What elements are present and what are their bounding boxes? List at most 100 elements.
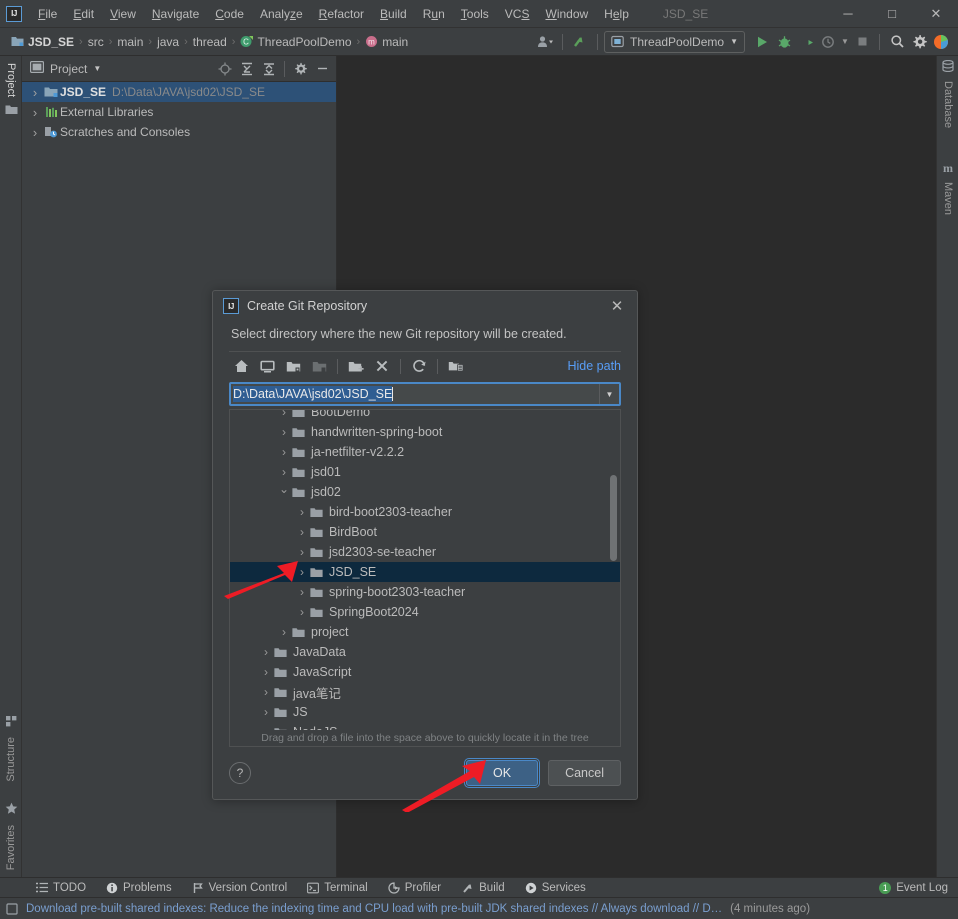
ok-button[interactable]: OK bbox=[464, 758, 541, 788]
help-button[interactable]: ? bbox=[229, 762, 251, 784]
menu-item-window[interactable]: Window bbox=[537, 3, 596, 25]
expand-arrow-icon[interactable] bbox=[258, 645, 274, 659]
directory-tree-row[interactable]: bird-boot2303-teacher bbox=[230, 502, 620, 522]
refresh-icon[interactable] bbox=[407, 355, 431, 377]
gear-icon[interactable] bbox=[290, 59, 310, 79]
tool-tab-problems[interactable]: Problems bbox=[96, 878, 182, 898]
expand-arrow-icon[interactable] bbox=[294, 525, 310, 539]
profiler-run-icon[interactable] bbox=[817, 31, 839, 53]
directory-tree-row[interactable]: jsd02 bbox=[230, 482, 620, 502]
directory-tree-row[interactable]: java笔记 bbox=[230, 682, 620, 702]
breadcrumb-item-threadpooldemo[interactable]: C ThreadPoolDemo bbox=[237, 35, 354, 49]
menu-item-help[interactable]: Help bbox=[596, 3, 637, 25]
sidebar-item-database[interactable]: Database bbox=[937, 59, 958, 131]
expand-arrow-icon[interactable] bbox=[294, 545, 310, 559]
sidebar-item-maven[interactable]: m Maven bbox=[937, 161, 958, 218]
menu-item-code[interactable]: Code bbox=[207, 3, 252, 25]
sidebar-item-favorites[interactable]: Favorites bbox=[0, 802, 22, 873]
project-dir-icon[interactable] bbox=[281, 355, 305, 377]
tool-tab-todo[interactable]: TODO bbox=[26, 878, 96, 898]
breadcrumb-item-thread[interactable]: thread bbox=[190, 35, 230, 49]
delete-icon[interactable] bbox=[370, 355, 394, 377]
menu-item-analyze[interactable]: Analyze bbox=[252, 3, 311, 25]
directory-tree-row[interactable]: project bbox=[230, 622, 620, 642]
expand-all-icon[interactable] bbox=[237, 59, 257, 79]
run-icon[interactable] bbox=[751, 31, 773, 53]
menu-item-edit[interactable]: Edit bbox=[65, 3, 102, 25]
desktop-icon[interactable] bbox=[255, 355, 279, 377]
expand-arrow-icon[interactable] bbox=[276, 625, 292, 639]
directory-tree-row[interactable]: jsd01 bbox=[230, 462, 620, 482]
breadcrumb-item-main[interactable]: main bbox=[114, 35, 146, 49]
tool-tab-terminal[interactable]: Terminal bbox=[297, 878, 377, 898]
hide-panel-icon[interactable] bbox=[312, 59, 332, 79]
expand-arrow-icon[interactable] bbox=[276, 425, 292, 439]
maximize-button[interactable]: □ bbox=[870, 0, 914, 28]
menu-item-refactor[interactable]: Refactor bbox=[311, 3, 372, 25]
menu-item-navigate[interactable]: Navigate bbox=[144, 3, 207, 25]
expand-arrow-icon[interactable] bbox=[258, 705, 274, 719]
dialog-close-button[interactable]: ✕ bbox=[605, 294, 629, 318]
expand-arrow-icon[interactable] bbox=[28, 105, 42, 120]
directory-tree-row[interactable]: JavaData bbox=[230, 642, 620, 662]
stop-icon[interactable] bbox=[851, 31, 873, 53]
idea-assistant-icon[interactable] bbox=[930, 31, 952, 53]
status-message[interactable]: Download pre-built shared indexes: Reduc… bbox=[26, 903, 722, 915]
update-project-icon[interactable] bbox=[569, 31, 591, 53]
menu-item-view[interactable]: View bbox=[102, 3, 144, 25]
run-configuration-selector[interactable]: ThreadPoolDemo ▼ bbox=[604, 30, 745, 53]
expand-arrow-icon[interactable] bbox=[28, 125, 42, 140]
expand-arrow-icon[interactable] bbox=[258, 665, 274, 679]
chevron-down-icon[interactable]: ▼ bbox=[839, 31, 851, 53]
directory-tree[interactable]: BootDemo handwritten-spring-boot ja-netfil… bbox=[229, 409, 621, 747]
expand-arrow-icon[interactable] bbox=[294, 605, 310, 619]
user-dropdown-icon[interactable] bbox=[534, 31, 556, 53]
minimize-button[interactable]: ─ bbox=[826, 0, 870, 28]
tool-tab-build[interactable]: Build bbox=[451, 878, 515, 898]
sidebar-item-project[interactable]: Project bbox=[0, 60, 22, 118]
collapse-all-icon[interactable] bbox=[259, 59, 279, 79]
menu-item-build[interactable]: Build bbox=[372, 3, 415, 25]
expand-arrow-icon[interactable] bbox=[276, 465, 292, 479]
directory-tree-row[interactable]: JS bbox=[230, 702, 620, 722]
new-folder-icon[interactable] bbox=[344, 355, 368, 377]
locate-icon[interactable] bbox=[215, 59, 235, 79]
tool-tab-profiler[interactable]: Profiler bbox=[378, 878, 451, 898]
directory-tree-row[interactable]: handwritten-spring-boot bbox=[230, 422, 620, 442]
breadcrumb-item-java[interactable]: java bbox=[154, 35, 182, 49]
scrollbar-thumb[interactable] bbox=[610, 475, 617, 561]
expand-arrow-icon[interactable] bbox=[276, 485, 292, 499]
expand-arrow-icon[interactable] bbox=[294, 505, 310, 519]
expand-arrow-icon[interactable] bbox=[294, 565, 310, 579]
project-tree-row[interactable]: Scratches and Consoles bbox=[22, 122, 336, 142]
tree-scrollbar[interactable] bbox=[608, 411, 619, 745]
path-dropdown-button[interactable]: ▼ bbox=[599, 384, 619, 404]
directory-tree-row[interactable]: jsd2303-se-teacher bbox=[230, 542, 620, 562]
menu-item-vcs[interactable]: VCS bbox=[497, 3, 538, 25]
path-input[interactable]: D:\Data\JAVA\jsd02\JSD_SE bbox=[231, 384, 599, 404]
menu-item-tools[interactable]: Tools bbox=[453, 3, 497, 25]
expand-arrow-icon[interactable] bbox=[294, 585, 310, 599]
debug-icon[interactable] bbox=[773, 31, 795, 53]
menu-item-file[interactable]: File bbox=[30, 3, 65, 25]
directory-tree-row[interactable]: ja-netfilter-v2.2.2 bbox=[230, 442, 620, 462]
breadcrumb-item-jsd_se[interactable]: JSD_SE bbox=[8, 35, 77, 49]
show-hidden-icon[interactable] bbox=[444, 355, 468, 377]
expand-arrow-icon[interactable] bbox=[28, 85, 42, 100]
settings-gear-icon[interactable] bbox=[908, 31, 930, 53]
tool-tab-services[interactable]: Services bbox=[515, 878, 596, 898]
hide-path-link[interactable]: Hide path bbox=[567, 359, 621, 373]
directory-tree-row[interactable]: BootDemo bbox=[230, 410, 620, 422]
breadcrumb-item-src[interactable]: src bbox=[85, 35, 107, 49]
chevron-down-icon[interactable]: ▼ bbox=[93, 64, 101, 73]
cancel-button[interactable]: Cancel bbox=[548, 760, 621, 786]
event-log-button[interactable]: 1 Event Log bbox=[869, 878, 958, 898]
project-tree-row[interactable]: JSD_SE D:\Data\JAVA\jsd02\JSD_SE bbox=[22, 82, 336, 102]
directory-tree-row[interactable]: SpringBoot2024 bbox=[230, 602, 620, 622]
breadcrumb-item-main[interactable]: m main bbox=[362, 35, 411, 49]
menu-item-run[interactable]: Run bbox=[415, 3, 453, 25]
directory-tree-row[interactable]: BirdBoot bbox=[230, 522, 620, 542]
expand-arrow-icon[interactable] bbox=[276, 445, 292, 459]
tool-tab-version-control[interactable]: Version Control bbox=[182, 878, 298, 898]
run-with-coverage-icon[interactable] bbox=[795, 31, 817, 53]
